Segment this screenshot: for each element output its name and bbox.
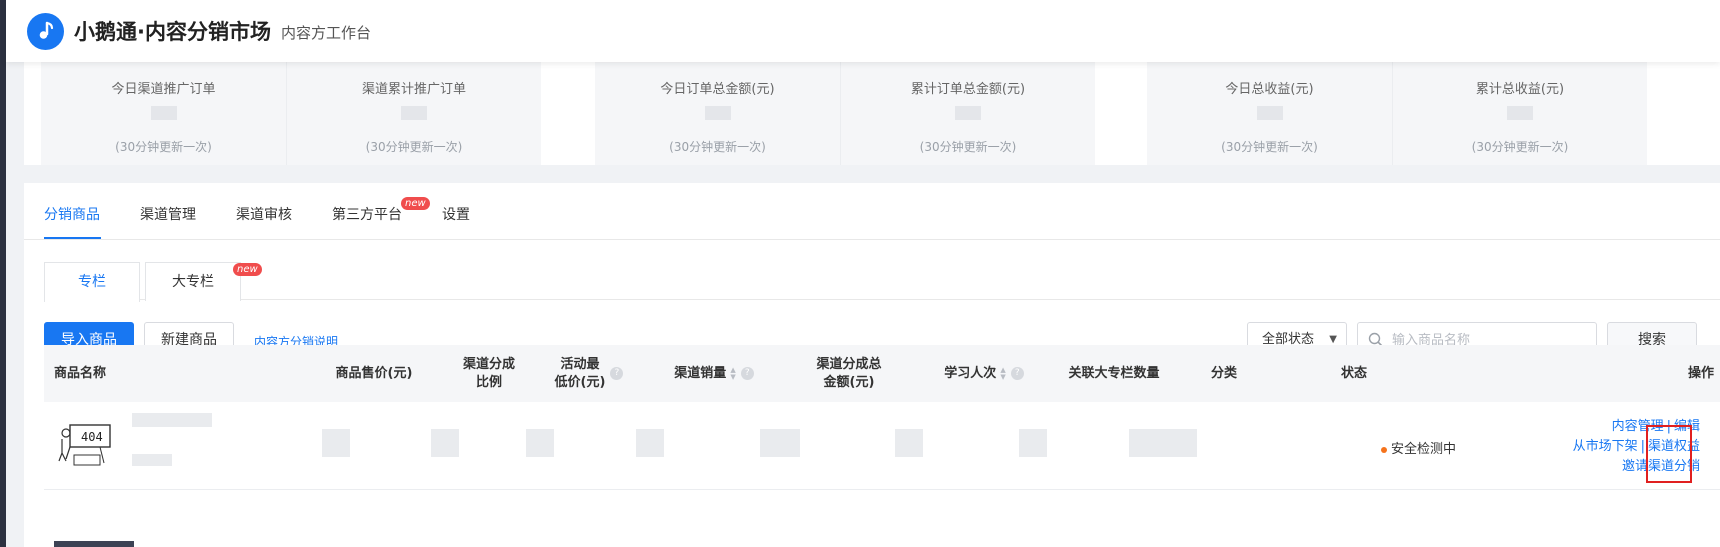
stat-value <box>1507 106 1533 120</box>
stat-value <box>401 106 427 120</box>
column-header-label-group: 活动最 低价(元) <box>555 356 606 392</box>
help-icon[interactable]: ? <box>610 367 624 380</box>
tab-distribution-products[interactable]: 分销商品 <box>44 204 100 224</box>
subtab-big-column[interactable]: 大专栏 <box>145 262 241 301</box>
column-header-category: 分类 <box>1179 345 1269 402</box>
sales-value-placeholder <box>636 429 664 457</box>
category-value-placeholder <box>1129 429 1197 457</box>
product-title-placeholder <box>132 413 212 427</box>
table-header: 商品名称 商品售价(元) 渠道分成 比例 活动最 低价(元) ? 渠道销量 ▲ ▼… <box>44 345 1720 402</box>
tab-third-party-platform[interactable]: 第三方平台 <box>332 204 402 224</box>
column-header-label: 学习人次 <box>944 365 997 381</box>
stat-card: 累计订单总金额(元) (30分钟更新一次) <box>840 62 1095 165</box>
tab-channel-management[interactable]: 渠道管理 <box>140 204 196 224</box>
stats-group-orders: 今日渠道推广订单 (30分钟更新一次) 渠道累计推广订单 (30分钟更新一次) <box>41 62 541 165</box>
column-header-label: 操作 <box>1687 365 1714 381</box>
stat-value <box>150 106 177 120</box>
help-icon[interactable]: ? <box>1010 367 1024 380</box>
stat-value <box>955 106 981 120</box>
stat-card: 今日总收益(元) (30分钟更新一次) <box>1147 62 1392 165</box>
stat-card: 累计总收益(元) (30分钟更新一次) <box>1392 62 1647 165</box>
column-header-label: 低价(元) <box>554 374 606 390</box>
tab-channel-review[interactable]: 渠道审核 <box>236 204 292 224</box>
column-header-linked: 关联大专栏数量 <box>1054 345 1174 402</box>
column-header-min-price: 活动最 低价(元) ? <box>534 345 644 402</box>
ratio-value-placeholder <box>431 429 459 457</box>
column-header-status: 状态 <box>1309 345 1399 402</box>
stat-label: 累计总收益(元) <box>1475 82 1565 97</box>
column-header-ops: 操作 <box>1624 345 1714 402</box>
min-price-value-placeholder <box>526 429 554 457</box>
active-tab-indicator <box>44 237 101 239</box>
delist-link[interactable]: 从市场下架 <box>1573 439 1638 454</box>
stats-group-revenue: 今日总收益(元) (30分钟更新一次) 累计总收益(元) (30分钟更新一次) <box>1147 62 1647 165</box>
app-logo-icon <box>27 12 64 50</box>
stat-label: 累计订单总金额(元) <box>910 82 1026 97</box>
column-header-label: 比例 <box>475 374 502 390</box>
column-header-label: 关联大专栏数量 <box>1068 365 1160 381</box>
column-header-label: 渠道分成 <box>462 356 515 372</box>
new-badge: new <box>401 197 430 210</box>
stat-note: (30分钟更新一次) <box>1221 140 1318 154</box>
stat-value <box>1256 106 1283 120</box>
status-cell: 安全检测中 <box>1381 438 1456 457</box>
app-brand-title: 小鹅通·内容分销市场 <box>74 20 271 44</box>
new-badge: new <box>233 263 262 276</box>
sort-icon[interactable]: ▲ ▼ <box>1000 366 1005 381</box>
stat-label: 渠道累计推广订单 <box>361 82 466 97</box>
column-header-label: 金额(元) <box>823 374 875 390</box>
stat-label: 今日渠道推广订单 <box>111 82 216 97</box>
sub-tabs: 专栏 大专栏 new <box>44 262 1720 302</box>
stat-card: 今日渠道推广订单 (30分钟更新一次) <box>41 62 286 165</box>
help-icon[interactable]: ? <box>740 367 754 380</box>
status-text: 安全检测中 <box>1391 442 1457 457</box>
left-window-edge <box>0 0 6 547</box>
stat-value <box>704 106 731 120</box>
column-header-learners[interactable]: 学习人次 ▲ ▼ ? <box>924 345 1044 402</box>
stats-panel: 今日渠道推广订单 (30分钟更新一次) 渠道累计推广订单 (30分钟更新一次) … <box>24 62 1720 165</box>
stat-note: (30分钟更新一次) <box>1471 140 1569 154</box>
stat-note: (30分钟更新一次) <box>365 140 463 154</box>
workspace-subtitle: 内容方工作台 <box>280 24 371 42</box>
column-header-price: 商品售价(元) <box>314 345 434 402</box>
column-header-label: 渠道分成总 <box>816 356 882 372</box>
column-header-label: 状态 <box>1340 365 1367 381</box>
stat-label: 今日订单总金额(元) <box>660 82 775 97</box>
thumbnail-404-text: 404 <box>81 430 103 444</box>
column-header-label: 商品名称 <box>54 365 107 381</box>
status-dot-icon <box>1381 446 1387 453</box>
stat-card: 渠道累计推广订单 (30分钟更新一次) <box>286 62 541 165</box>
price-value-placeholder <box>322 429 350 457</box>
stat-note: (30分钟更新一次) <box>919 140 1017 154</box>
stats-group-amount: 今日订单总金额(元) (30分钟更新一次) 累计订单总金额(元) (30分钟更新… <box>595 62 1095 165</box>
stat-card: 今日订单总金额(元) (30分钟更新一次) <box>595 62 840 165</box>
sort-icon[interactable]: ▲ ▼ <box>730 366 735 381</box>
linked-value-placeholder <box>1019 429 1047 457</box>
learners-value-placeholder <box>895 429 923 457</box>
next-row-thumbnail <box>54 541 134 547</box>
column-header-total: 渠道分成总 金额(元) <box>789 345 909 402</box>
column-header-label: 活动最 <box>560 356 600 372</box>
tab-settings[interactable]: 设置 <box>442 204 470 224</box>
app-header: 小鹅通·内容分销市场 内容方工作台 <box>6 0 1720 62</box>
product-meta-placeholder <box>132 454 172 466</box>
column-header-ratio: 渠道分成 比例 <box>449 345 529 402</box>
column-header-label: 分类 <box>1210 365 1237 381</box>
column-header-name: 商品名称 <box>54 345 134 402</box>
main-content: 分销商品 渠道管理 渠道审核 第三方平台 new 设置 专栏 大专栏 new 导… <box>24 183 1720 547</box>
column-header-label: 商品售价(元) <box>335 365 413 381</box>
separator: | <box>1640 439 1645 454</box>
annotation-highlight-box <box>1646 425 1692 483</box>
subtab-column[interactable]: 专栏 <box>44 262 140 302</box>
total-value-placeholder <box>760 429 800 457</box>
column-header-sales[interactable]: 渠道销量 ▲ ▼ ? <box>654 345 774 402</box>
table-row: 404 安全检测中 内容管理 | 编辑 从市场下架 | 渠道权益 邀请渠道分销 <box>44 402 1720 490</box>
stat-label: 今日总收益(元) <box>1225 82 1314 97</box>
column-header-label: 渠道销量 <box>674 365 727 381</box>
main-tabs: 分销商品 渠道管理 渠道审核 第三方平台 new 设置 <box>24 183 1720 240</box>
stat-note: (30分钟更新一次) <box>669 140 766 154</box>
stat-note: (30分钟更新一次) <box>115 140 212 154</box>
